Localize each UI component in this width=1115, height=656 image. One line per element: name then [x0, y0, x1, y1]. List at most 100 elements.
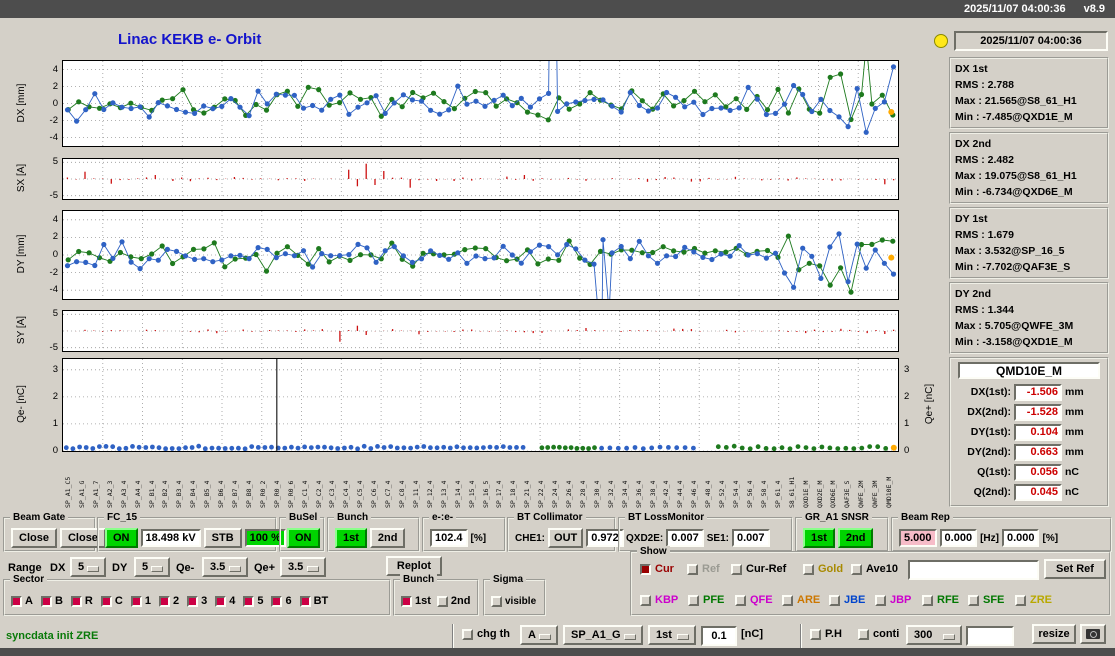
sector-6-checkbox[interactable] [271, 595, 283, 607]
ratio-unit-label: [%] [470, 532, 487, 544]
che1-out-button[interactable]: OUT [548, 528, 584, 548]
jbp-checkbox[interactable] [875, 595, 886, 606]
bunch-1st-button[interactable]: 1st [335, 528, 367, 548]
conti-checkbox[interactable] [858, 629, 869, 640]
snapshot-button[interactable] [1080, 624, 1106, 644]
sector-b-checkbox[interactable] [40, 595, 52, 607]
range-qep-select[interactable]: 3.5 [280, 557, 326, 577]
aux-input[interactable] [966, 626, 1014, 646]
bunch-select[interactable]: 1st [648, 625, 696, 645]
fc15-group: FC_15 ON 18.498 kV STB 100 % [97, 512, 286, 552]
titlebar-datetime: 2025/11/07 04:00:36 [964, 3, 1066, 15]
ref-checkbox[interactable] [687, 564, 698, 575]
bpm-label: SP_C1_4 [301, 480, 309, 508]
group-title: e-:e- [429, 512, 457, 524]
conti-label: conti [873, 628, 900, 640]
sector-select[interactable]: A [520, 625, 558, 645]
sector-2-label: 2 [172, 595, 180, 607]
resize-button[interactable]: resize [1032, 624, 1076, 644]
are-checkbox[interactable] [782, 595, 793, 606]
fc15-stb-button[interactable]: STB [203, 528, 242, 548]
bpm-label: SP_38_4 [649, 480, 657, 508]
range-dy-select[interactable]: 5 [134, 557, 170, 577]
monitor-row-value: 0.663 [1014, 443, 1062, 461]
fc15-on-button[interactable]: ON [105, 528, 138, 548]
cur-label: Cur [655, 563, 674, 575]
pfe-checkbox[interactable] [688, 595, 699, 606]
bpm-label: SP_54_4 [733, 480, 740, 508]
range-dx-select[interactable]: 5 [70, 557, 106, 577]
sector-c-checkbox[interactable] [100, 595, 112, 607]
bpm-label: SP_R0_6 [287, 480, 295, 508]
gr-snsr-group: GR_A1 SNSR 1st 2nd [795, 512, 889, 552]
qfe-checkbox[interactable] [735, 595, 746, 606]
range-qem-select[interactable]: 3.5 [202, 557, 248, 577]
monitor-row-unit: mm [1065, 426, 1084, 438]
y-tick-label: 3 [904, 363, 910, 375]
bunch-2nd-button[interactable]: 2nd [369, 528, 406, 548]
sector-3-checkbox[interactable] [187, 595, 199, 607]
bpm-label: SP_C6_4 [371, 480, 378, 508]
stat-title: DX 1st [955, 63, 988, 75]
y-tick-label: -4 [49, 284, 58, 296]
bpm-label: SP_36_4 [635, 480, 643, 508]
se1-value-display: 0.007 [732, 529, 770, 547]
busel-on-button[interactable]: ON [287, 528, 320, 548]
qfe-label: QFE [750, 594, 773, 606]
snsr-2nd-button[interactable]: 2nd [837, 528, 874, 548]
qxd2e-value-display: 0.007 [666, 529, 704, 547]
bpm-label: SP_B8_4 [245, 480, 253, 508]
range-label: Range [8, 562, 42, 574]
titlebar-version: v8.9 [1083, 3, 1105, 15]
group-title: GR_A1 SNSR [802, 512, 872, 524]
sector-5-checkbox[interactable] [243, 595, 255, 607]
set-ref-button[interactable]: Set Ref [1044, 559, 1106, 579]
sector-4-checkbox[interactable] [215, 595, 227, 607]
zre-checkbox[interactable] [1015, 595, 1026, 606]
device-select[interactable]: SP_A1_G [563, 625, 643, 645]
replot-button[interactable]: Replot [386, 556, 442, 576]
bunch-1st-checkbox[interactable] [401, 595, 412, 607]
sector-1-checkbox[interactable] [130, 595, 142, 607]
beam-gate-close-1-button[interactable]: Close [11, 528, 57, 548]
sfe-checkbox[interactable] [968, 595, 979, 606]
monitor-row-label: DY(1st): [970, 426, 1011, 438]
bpm-label: SP_B5_4 [204, 480, 211, 508]
stat-min: Min : -6.734@QXD6E_M [955, 186, 1073, 198]
rfe-checkbox[interactable] [922, 595, 933, 606]
cur-checkbox[interactable] [640, 564, 651, 575]
jbp-label: JBP [890, 594, 912, 606]
sigma-group: Sigma visible [483, 574, 546, 616]
sigma-visible-checkbox[interactable] [491, 595, 502, 607]
stat-max: Max : 19.075@S8_61_H1 [955, 170, 1077, 182]
sector-r-checkbox[interactable] [70, 595, 82, 607]
jbe-checkbox[interactable] [829, 595, 840, 606]
sector-2-checkbox[interactable] [158, 595, 170, 607]
interval-select[interactable]: 300 [906, 625, 962, 645]
gold-label: Gold [818, 563, 844, 575]
group-title: Sigma [490, 574, 527, 586]
sector-bt-checkbox[interactable] [299, 595, 311, 607]
status-led-icon [934, 34, 948, 48]
ave10-checkbox[interactable] [851, 564, 862, 575]
stat-max: Max : 3.532@SP_16_5 [955, 245, 1065, 257]
sector-a-checkbox[interactable] [11, 595, 22, 607]
gold-checkbox[interactable] [803, 564, 814, 575]
monitor-row-unit: mm [1065, 446, 1084, 458]
cur-ref-checkbox[interactable] [731, 564, 742, 575]
range-dx-label: DX [50, 562, 66, 574]
bpm-label: SP_56_4 [746, 480, 754, 508]
ph-checkbox[interactable] [810, 629, 821, 640]
bpm-label: SP_B7_4 [232, 480, 239, 508]
nc-unit-label: [nC] [741, 628, 763, 640]
threshold-input[interactable] [701, 626, 737, 646]
kbp-checkbox[interactable] [640, 595, 651, 606]
snsr-1st-button[interactable]: 1st [803, 528, 835, 548]
bpm-label: SP_A1_C5 [65, 476, 72, 508]
bunch-2nd-checkbox[interactable] [436, 595, 448, 607]
monitor-row-value: -1.528 [1014, 403, 1062, 421]
monitor-row-unit: mm [1065, 386, 1084, 398]
chg-th-checkbox[interactable] [462, 629, 473, 640]
bpm-label: QXD2E_M [816, 480, 824, 508]
ref-file-input[interactable] [908, 560, 1039, 580]
